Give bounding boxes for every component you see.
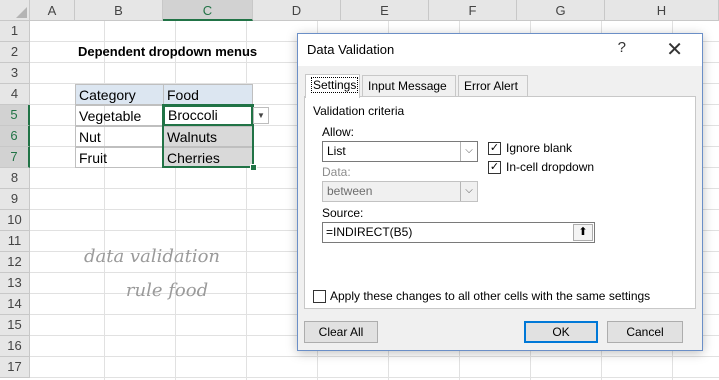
table-cell-food[interactable]: Walnuts: [163, 126, 253, 147]
close-icon[interactable]: ✕: [666, 37, 683, 62]
row-header-17[interactable]: 17: [0, 357, 30, 378]
column-header-c[interactable]: C: [163, 0, 253, 21]
row-header-6[interactable]: 6: [0, 126, 30, 147]
row-header-15[interactable]: 15: [0, 315, 30, 336]
tab-settings[interactable]: Settings: [305, 74, 360, 98]
table-cell-category[interactable]: Fruit: [75, 147, 164, 168]
incell-dropdown-label[interactable]: In-cell dropdown: [506, 160, 594, 174]
table-cell-category[interactable]: Vegetable: [75, 105, 164, 126]
row-header-14[interactable]: 14: [0, 294, 30, 315]
column-header-a[interactable]: A: [30, 0, 75, 21]
column-header-e[interactable]: E: [341, 0, 429, 21]
cell-dropdown-arrow[interactable]: ▼: [253, 107, 269, 124]
row-header-5[interactable]: 5: [0, 105, 30, 126]
column-header-g[interactable]: G: [517, 0, 605, 21]
row-header-13[interactable]: 13: [0, 273, 30, 294]
row-header-16[interactable]: 16: [0, 336, 30, 357]
dialog-titlebar[interactable]: Data Validation ? ✕: [298, 34, 702, 66]
row-header-8[interactable]: 8: [0, 168, 30, 189]
ignore-blank-checkbox[interactable]: ✓: [488, 142, 501, 155]
row-header-11[interactable]: 11: [0, 231, 30, 252]
ok-button[interactable]: OK: [524, 321, 598, 343]
annotation-line-2: rule food: [125, 280, 209, 301]
row-header-3[interactable]: 3: [0, 63, 30, 84]
column-header-f[interactable]: F: [429, 0, 517, 21]
source-input[interactable]: =INDIRECT(B5) ⬆: [322, 222, 595, 243]
sheet-title: Dependent dropdown menus: [78, 44, 258, 59]
fill-handle[interactable]: [250, 164, 257, 171]
column-header-h[interactable]: H: [605, 0, 719, 21]
table-cell-category[interactable]: Nut: [75, 126, 164, 147]
incell-dropdown-checkbox[interactable]: ✓: [488, 161, 501, 174]
dialog-title: Data Validation: [307, 42, 395, 57]
collapse-dialog-icon[interactable]: ⬆: [573, 224, 593, 241]
table-cell-food[interactable]: Cherries: [163, 147, 253, 168]
row-header-10[interactable]: 10: [0, 210, 30, 231]
annotation-line-1: data validation: [83, 246, 221, 267]
row-header-4[interactable]: 4: [0, 84, 30, 105]
row-header-2[interactable]: 2: [0, 42, 30, 63]
help-icon[interactable]: ?: [618, 39, 626, 56]
table-header-food[interactable]: Food: [163, 84, 253, 105]
settings-panel: Validation criteria Allow: List ⌵ ✓ Igno…: [304, 96, 696, 309]
chevron-down-icon: ⌵: [460, 182, 477, 201]
row-header-1[interactable]: 1: [0, 21, 30, 42]
allow-dropdown[interactable]: List ⌵: [322, 141, 478, 162]
cancel-button[interactable]: Cancel: [607, 321, 683, 343]
data-label: Data:: [322, 165, 351, 179]
allow-value: List: [327, 144, 346, 158]
select-all-corner[interactable]: [0, 0, 30, 21]
tab-input-message[interactable]: Input Message: [362, 75, 456, 97]
ignore-blank-label[interactable]: Ignore blank: [506, 141, 572, 155]
apply-all-label[interactable]: Apply these changes to all other cells w…: [330, 289, 650, 303]
validation-criteria-label: Validation criteria: [313, 104, 405, 118]
chevron-down-icon[interactable]: ⌵: [460, 142, 477, 161]
active-cell-food[interactable]: Broccoli: [163, 105, 253, 126]
source-label: Source:: [322, 206, 364, 220]
data-validation-dialog: Data Validation ? ✕ Settings Input Messa…: [297, 33, 703, 351]
clear-all-button[interactable]: Clear All: [304, 321, 378, 343]
column-header-b[interactable]: B: [75, 0, 163, 21]
source-value: =INDIRECT(B5): [326, 225, 413, 239]
row-header-9[interactable]: 9: [0, 189, 30, 210]
column-header-d[interactable]: D: [253, 0, 341, 21]
table-header-category[interactable]: Category: [75, 84, 164, 105]
allow-label: Allow:: [322, 125, 355, 139]
data-value: between: [327, 184, 373, 198]
apply-all-checkbox[interactable]: [313, 290, 326, 303]
tab-error-alert[interactable]: Error Alert: [458, 75, 528, 97]
data-dropdown: between ⌵: [322, 181, 478, 202]
row-header-12[interactable]: 12: [0, 252, 30, 273]
row-header-7[interactable]: 7: [0, 147, 30, 168]
